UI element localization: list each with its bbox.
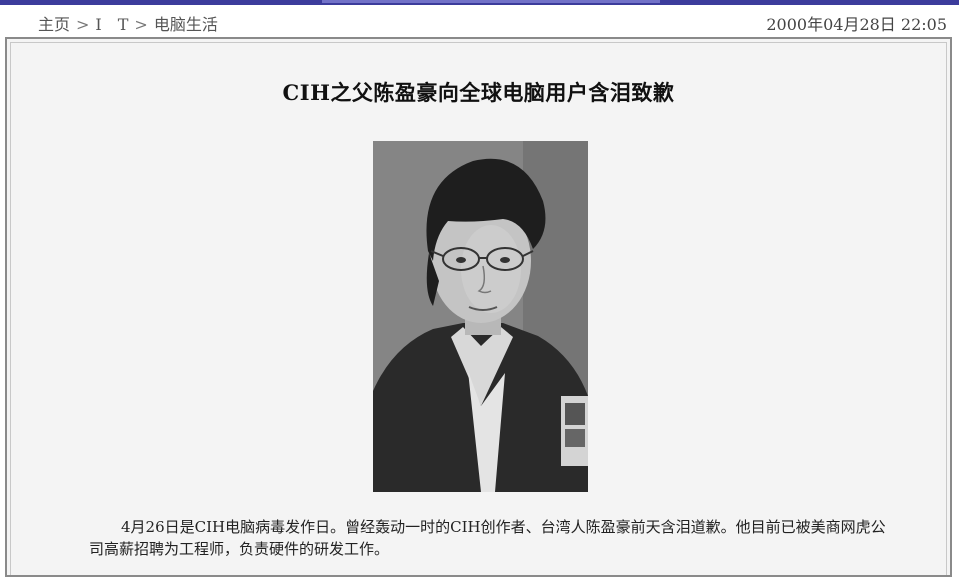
publish-timestamp: 2000年04月28日 22:05 [766, 15, 947, 34]
breadcrumb-separator: > [134, 15, 148, 34]
breadcrumb-home-link[interactable]: 主页 [38, 11, 70, 35]
article-body: 4月26日是CIH电脑病毒发作日。曾经轰动一时的CIH创作者、台湾人陈盈豪前天含… [89, 518, 886, 558]
article-panel: CIH之父陈盈豪向全球电脑用户含泪致歉 4月26日是CIH电脑病毒发作日。曾经轰… [5, 37, 952, 577]
article-panel-inner: CIH之父陈盈豪向全球电脑用户含泪致歉 4月26日是CIH电脑病毒发作日。曾经轰… [10, 42, 947, 575]
breadcrumb-it-link[interactable]: I T [95, 11, 128, 35]
top-color-bar-accent [322, 0, 660, 3]
breadcrumb-separator: > [76, 15, 90, 34]
breadcrumb-section-link[interactable]: 电脑生活 [154, 11, 218, 35]
header-row: 主页 > I T > 电脑生活 2000年04月28日 22:05 [0, 5, 959, 37]
article-title: CIH之父陈盈豪向全球电脑用户含泪致歉 [282, 80, 675, 105]
breadcrumb: 主页 > I T > 电脑生活 [38, 11, 218, 35]
portrait-photo-graphic [373, 141, 588, 492]
portrait-photo [373, 141, 588, 492]
